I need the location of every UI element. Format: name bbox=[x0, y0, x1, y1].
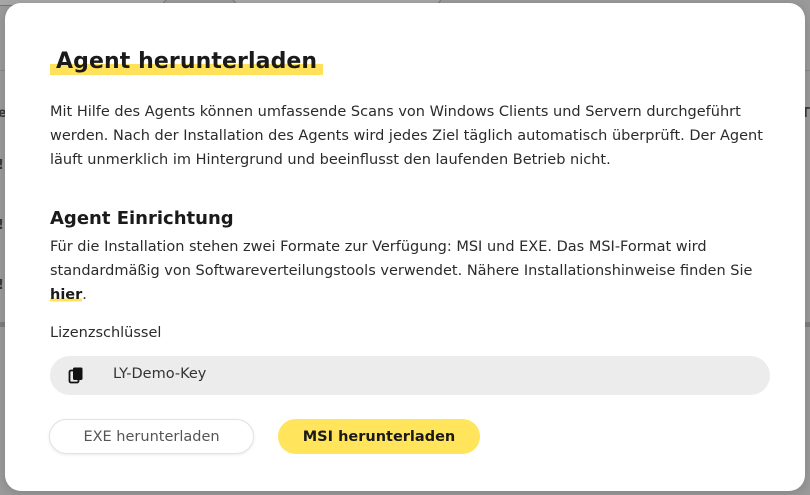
license-key-value: LY-Demo-Key bbox=[113, 366, 207, 382]
setup-text-end: . bbox=[82, 287, 87, 303]
setup-description: Für die Installation stehen zwei Formate… bbox=[50, 239, 753, 279]
setup-text: Für die Installation stehen zwei Formate… bbox=[50, 235, 770, 307]
msi-download-button[interactable]: MSI herunterladen bbox=[278, 419, 480, 454]
copy-icon[interactable] bbox=[68, 367, 84, 385]
dialog-title: Agent herunterladen bbox=[50, 47, 324, 78]
installation-hints-link[interactable]: hier bbox=[50, 287, 83, 303]
license-key-label: Lizenzschlüssel bbox=[50, 325, 162, 341]
agent-download-dialog: Agent herunterladen Mit Hilfe des Agents… bbox=[5, 3, 805, 491]
background-glyph: ! bbox=[0, 278, 4, 293]
background-glyph: ! bbox=[0, 218, 4, 233]
background-glyph: ! bbox=[0, 158, 4, 173]
setup-heading: Agent Einrichtung bbox=[50, 208, 234, 229]
intro-text: Mit Hilfe des Agents können umfassende S… bbox=[50, 104, 763, 168]
exe-download-button[interactable]: EXE herunterladen bbox=[49, 419, 254, 454]
license-key-field: LY-Demo-Key bbox=[50, 356, 770, 395]
